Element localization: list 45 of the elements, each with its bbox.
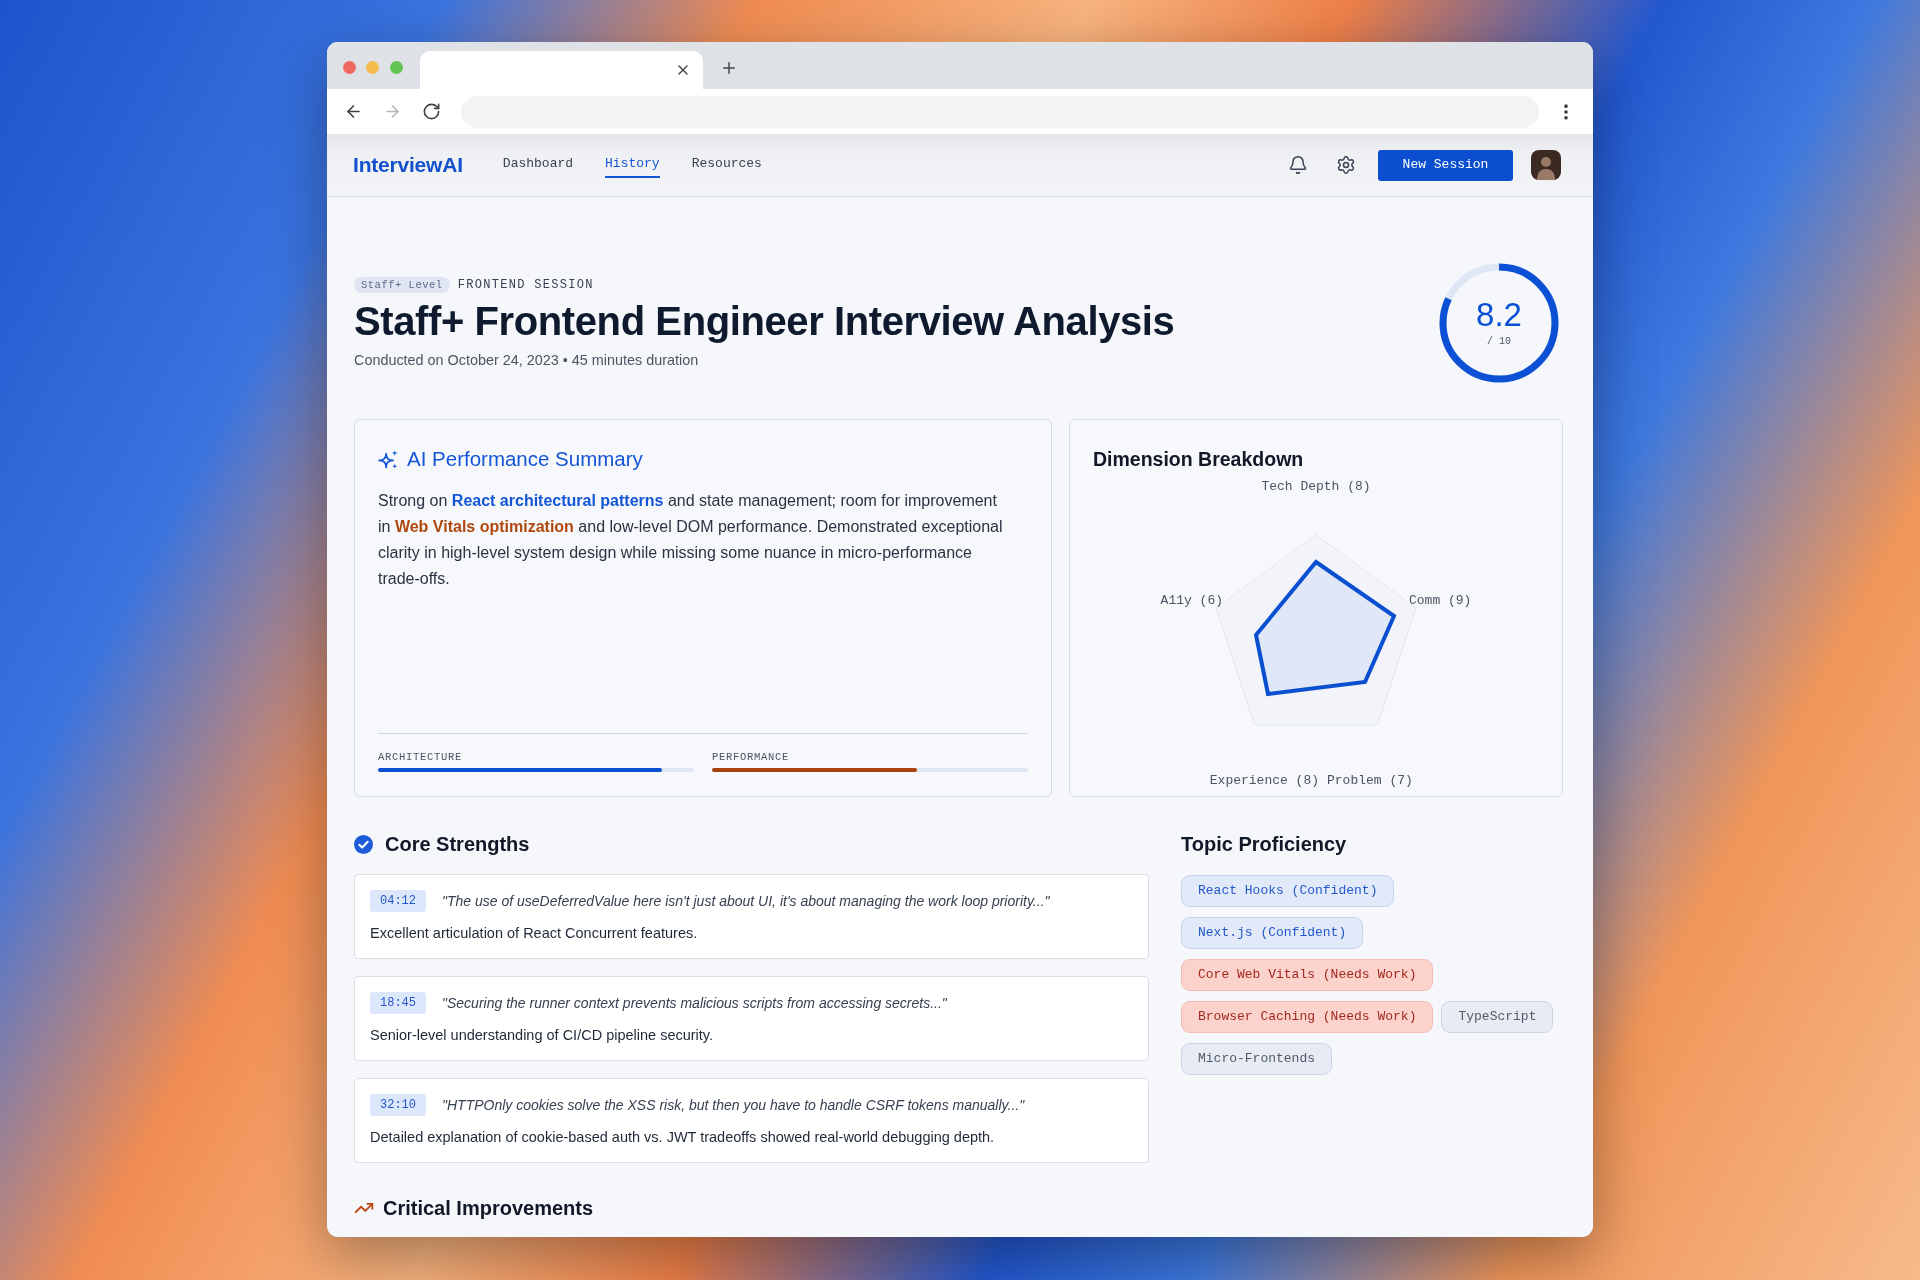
topic-chip: Core Web Vitals (Needs Work)	[1181, 959, 1434, 991]
axis-label: A11y (6)	[1160, 593, 1223, 608]
axis-label: Tech Depth (8)	[1261, 479, 1371, 494]
session-meta-text: Conducted on October 24, 2023 • 45 minutes duration	[354, 351, 700, 369]
topic-chip: TypeScript	[1441, 1001, 1554, 1033]
quote-text: "Securing the runner context prevents malicious scripts from accessing secrets..."	[442, 993, 947, 1013]
card-title: Dimension Breakdown	[1093, 447, 1305, 472]
reload-icon[interactable]	[421, 102, 441, 121]
strength-note: Senior-level understanding of CI/CD pipeline security.	[370, 1026, 715, 1045]
settings-icon[interactable]	[1336, 155, 1356, 175]
section-heading: Core Strengths	[385, 832, 530, 857]
axis-label: Experience (8)	[1209, 773, 1319, 788]
timestamp-tag: 18:45	[370, 992, 426, 1014]
axis-label: Comm (9)	[1409, 593, 1472, 608]
topic-chip: Next.js (Confident)	[1181, 917, 1364, 949]
topic-chip: Browser Caching (Needs Work)	[1181, 1001, 1434, 1033]
score-value: 8.2	[1476, 297, 1522, 332]
check-circle-icon	[354, 834, 373, 854]
new-session-button[interactable]: New Session	[1378, 149, 1513, 181]
page-title: Staff+ Frontend Engineer Interview Analysis	[354, 299, 1175, 343]
metric-label: ARCHITECTURE	[378, 750, 463, 764]
metric-label: PERFORMANCE	[712, 750, 790, 764]
level-tag: Staff+ Level	[354, 277, 450, 293]
section-heading: Topic Proficiency	[1181, 832, 1348, 857]
topic-chip: Micro-Frontends	[1181, 1043, 1333, 1075]
sparkle-icon	[378, 448, 399, 470]
nav-link[interactable]: Dashboard	[502, 152, 574, 178]
summary-text: Strong on React architectural patterns and state management; room for improvement in Web Vitals optimization and low-level DOM performance. Demonstrated exceptional clarity in high-level system design while missing some nuance in micro-performance trade-offs.	[378, 491, 1004, 589]
strength-note: Detailed explanation of cookie-based auth vs. JWT tradeoffs showed real-world debugging depth.	[370, 1128, 996, 1147]
app-logo[interactable]: InterviewAI	[353, 149, 463, 181]
topic-chip: React Hooks (Confident)	[1181, 875, 1395, 907]
score-scale: / 10	[1487, 334, 1511, 349]
card-title: AI Performance Summary	[407, 445, 643, 472]
nav-link[interactable]: Resources	[691, 152, 762, 178]
nav-link[interactable]: History	[605, 152, 660, 178]
session-type-label: FRONTEND SESSION	[457, 277, 594, 294]
strength-note: Excellent articulation of React Concurrent features.	[370, 924, 699, 943]
timestamp-tag: 32:10	[370, 1094, 426, 1116]
axis-label: Problem (7)	[1327, 773, 1413, 788]
quote-text: "The use of useDeferredValue here isn't just about UI, it's about managing the work loop priority..."	[442, 891, 1050, 911]
timestamp-tag: 04:12	[370, 890, 426, 912]
section-heading: Critical Improvements	[383, 1196, 594, 1221]
user-avatar[interactable]	[1531, 150, 1561, 180]
bell-icon[interactable]	[1288, 155, 1308, 175]
quote-text: "HTTPOnly cookies solve the XSS risk, but then you have to handle CSRF tokens manually..."	[442, 1095, 1025, 1115]
